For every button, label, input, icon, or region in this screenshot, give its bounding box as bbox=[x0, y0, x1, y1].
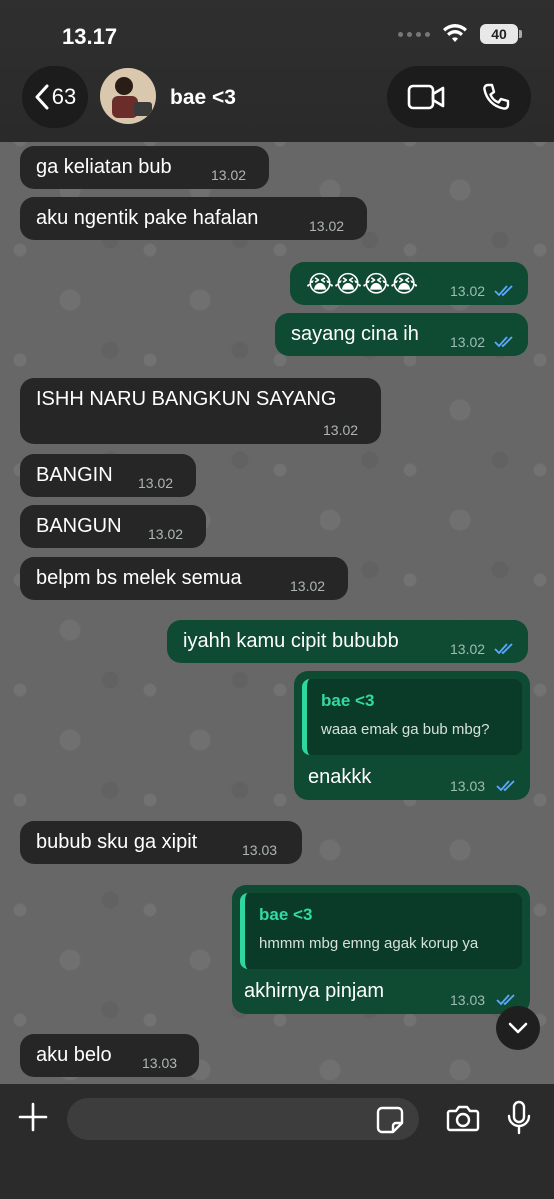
message-time: 13.03 bbox=[242, 842, 278, 858]
quoted-text: waaa emak ga bub mbg? bbox=[321, 721, 490, 738]
message-time: 13.02 bbox=[450, 334, 486, 350]
quoted-message[interactable]: bae <3 waaa emak ga bub mbg? bbox=[302, 679, 522, 755]
message-outgoing-reply[interactable]: bae <3 hmmm mbg emng agak korup ya akhir… bbox=[232, 885, 530, 1014]
phone-icon[interactable] bbox=[481, 82, 511, 112]
message-input[interactable] bbox=[67, 1098, 419, 1140]
message-text: ga keliatan bub bbox=[36, 156, 172, 178]
battery-indicator: 40 bbox=[480, 24, 522, 44]
quoted-sender: bae <3 bbox=[259, 905, 313, 924]
quoted-text: hmmm mbg emng agak korup ya bbox=[259, 935, 479, 952]
message-outgoing-reply[interactable]: bae <3 waaa emak ga bub mbg? enakkk 13.0… bbox=[294, 671, 530, 800]
message-text: bubub sku ga xipit bbox=[36, 831, 198, 853]
video-call-icon[interactable] bbox=[407, 83, 445, 111]
message-incoming[interactable]: aku belo 13.03 bbox=[20, 1034, 199, 1077]
avatar-photo bbox=[100, 68, 156, 124]
message-text: iyahh kamu cipit bububb bbox=[183, 630, 399, 652]
message-incoming[interactable]: belpm bs melek semua 13.02 bbox=[20, 557, 348, 600]
microphone-icon[interactable] bbox=[506, 1100, 532, 1136]
message-time: 13.02 bbox=[450, 641, 486, 657]
message-text: belpm bs melek semua bbox=[36, 567, 242, 589]
message-time: 13.02 bbox=[290, 578, 326, 594]
message-text: sayang cina ih bbox=[291, 323, 419, 345]
message-outgoing[interactable]: iyahh kamu cipit bububb 13.02 bbox=[167, 620, 528, 663]
message-time: 13.02 bbox=[323, 422, 359, 438]
read-receipt-icon bbox=[494, 643, 513, 655]
contact-avatar[interactable] bbox=[100, 68, 156, 124]
message-time: 13.03 bbox=[450, 778, 486, 794]
message-time: 13.02 bbox=[148, 526, 184, 542]
message-incoming[interactable]: BANGUN 13.02 bbox=[20, 505, 206, 548]
status-icons: 40 bbox=[398, 24, 522, 44]
camera-icon[interactable] bbox=[446, 1104, 480, 1132]
status-time: 13.17 bbox=[62, 24, 118, 49]
chevron-left-icon bbox=[35, 84, 49, 110]
message-text: aku belo bbox=[36, 1044, 112, 1066]
chevron-down-icon bbox=[508, 1022, 528, 1034]
back-button[interactable]: 63 bbox=[22, 66, 88, 128]
call-actions bbox=[387, 66, 531, 128]
wifi-icon bbox=[443, 24, 467, 42]
composer-bar bbox=[0, 1084, 554, 1199]
message-text: BANGUN bbox=[36, 515, 122, 537]
read-receipt-icon bbox=[496, 780, 515, 792]
message-incoming[interactable]: ga keliatan bub 13.02 bbox=[20, 146, 269, 189]
message-incoming[interactable]: bubub sku ga xipit 13.03 bbox=[20, 821, 302, 864]
chat-header: 13.17 40 63 bae <3 bbox=[0, 0, 554, 142]
message-incoming[interactable]: aku ngentik pake hafalan 13.02 bbox=[20, 197, 367, 240]
message-time: 13.03 bbox=[142, 1055, 178, 1071]
message-text: 😭😭😭😭 bbox=[306, 271, 419, 298]
message-text: BANGIN bbox=[36, 464, 113, 486]
chat-title[interactable]: bae <3 bbox=[170, 86, 236, 110]
signal-icon bbox=[398, 31, 430, 37]
unread-count: 63 bbox=[51, 84, 77, 109]
message-text: aku ngentik pake hafalan bbox=[36, 207, 259, 229]
message-text: akhirnya pinjam bbox=[244, 980, 385, 1002]
read-receipt-icon bbox=[494, 285, 513, 297]
read-receipt-icon bbox=[494, 336, 513, 348]
sticker-icon[interactable] bbox=[376, 1106, 404, 1134]
message-time: 13.02 bbox=[138, 475, 174, 491]
message-time: 13.02 bbox=[309, 218, 345, 234]
message-text: enakkk bbox=[308, 766, 372, 788]
message-time: 13.03 bbox=[450, 992, 486, 1008]
message-incoming[interactable]: ISHH NARU BANGKUN SAYANG 13.02 bbox=[20, 378, 381, 444]
message-outgoing[interactable]: 😭😭😭😭 13.02 bbox=[290, 262, 528, 305]
plus-icon[interactable] bbox=[18, 1102, 48, 1132]
message-time: 13.02 bbox=[450, 283, 486, 299]
message-incoming[interactable]: BANGIN 13.02 bbox=[20, 454, 196, 497]
message-text: ISHH NARU BANGKUN SAYANG bbox=[36, 388, 337, 410]
scroll-to-bottom-button[interactable] bbox=[496, 1006, 540, 1050]
quoted-sender: bae <3 bbox=[321, 691, 375, 710]
message-outgoing[interactable]: sayang cina ih 13.02 bbox=[275, 313, 528, 356]
message-time: 13.02 bbox=[211, 167, 247, 183]
read-receipt-icon bbox=[496, 994, 515, 1006]
quoted-message[interactable]: bae <3 hmmm mbg emng agak korup ya bbox=[240, 893, 522, 969]
